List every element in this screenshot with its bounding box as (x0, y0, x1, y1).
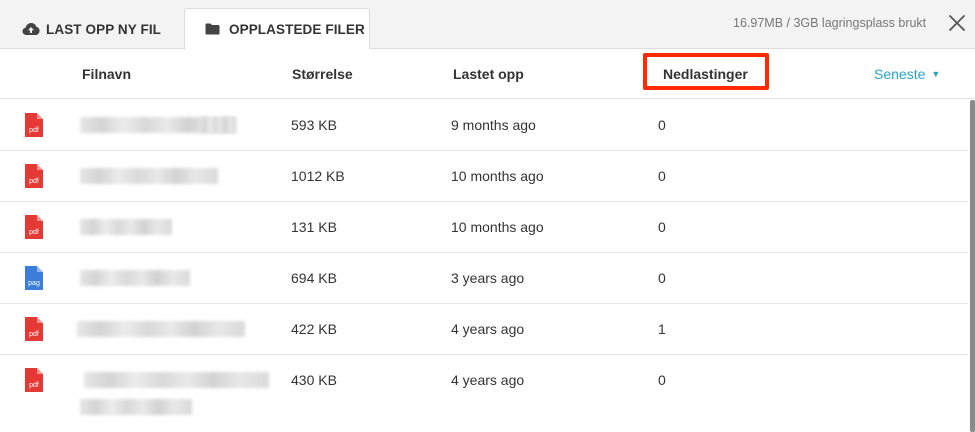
file-uploaded: 10 months ago (451, 168, 544, 184)
file-size: 1012 KB (291, 168, 345, 184)
folder-icon (205, 22, 223, 36)
redacted-text-blur (80, 399, 192, 415)
file-type-label: pdf (29, 331, 39, 338)
file-size: 430 KB (291, 372, 337, 388)
redacted-text-blur (84, 372, 269, 388)
file-type-label: pdf (29, 229, 39, 236)
redacted-text-blur (80, 270, 190, 286)
table-row[interactable]: pdf 430 KB 4 years ago 0 (0, 355, 968, 432)
file-type-label: pdf (29, 127, 39, 134)
file-type-label: pdf (29, 178, 39, 185)
file-downloads: 0 (658, 117, 666, 133)
table-row[interactable]: pag 694 KB 3 years ago 0 (0, 253, 968, 304)
file-uploaded: 9 months ago (451, 117, 536, 133)
file-icon: pdf (24, 112, 44, 138)
scrollbar[interactable] (970, 100, 975, 432)
file-icon: pdf (24, 316, 44, 342)
tab-uploaded-label: OPPLASTEDE FILER (229, 21, 365, 37)
file-downloads: 0 (658, 270, 666, 286)
file-icon: pag (24, 265, 44, 291)
redacted-text-blur (80, 219, 172, 235)
table-header: Filnavn Størrelse Lastet opp Nedlastinge… (0, 50, 975, 99)
cloud-upload-icon (22, 22, 40, 36)
file-uploaded: 10 months ago (451, 219, 544, 235)
file-downloads: 1 (658, 321, 666, 337)
file-size: 131 KB (291, 219, 337, 235)
column-header-downloads[interactable]: Nedlastinger (663, 66, 748, 82)
chevron-down-icon: ▼ (931, 69, 941, 79)
table-row[interactable]: pdf 131 KB 10 months ago 0 (0, 202, 968, 253)
table-row[interactable]: pdf 422 KB 4 years ago 1 (0, 304, 968, 355)
tab-upload-label: LAST OPP NY FIL (46, 21, 162, 37)
file-icon: pdf (24, 214, 44, 240)
table-row[interactable]: pdf 1012 KB 10 months ago 0 (0, 151, 968, 202)
redacted-text-blur (200, 117, 236, 133)
file-size: 694 KB (291, 270, 337, 286)
column-header-filename[interactable]: Filnavn (82, 66, 131, 82)
file-type-label: pdf (29, 382, 39, 389)
file-downloads: 0 (658, 168, 666, 184)
file-icon: pdf (24, 367, 44, 393)
file-uploaded: 3 years ago (451, 270, 525, 286)
file-downloads: 0 (658, 372, 666, 388)
file-size: 593 KB (291, 117, 337, 133)
close-icon[interactable] (948, 14, 966, 32)
column-header-size[interactable]: Størrelse (292, 66, 353, 82)
sort-dropdown[interactable]: Seneste ▼ (874, 66, 940, 82)
top-bar: LAST OPP NY FIL OPPLASTEDE FILER 16.97MB… (0, 0, 975, 50)
file-uploaded: 4 years ago (451, 321, 525, 337)
sort-label: Seneste (874, 66, 926, 82)
redacted-text-blur (80, 168, 218, 184)
column-header-uploaded[interactable]: Lastet opp (453, 66, 524, 82)
file-size: 422 KB (291, 321, 337, 337)
redacted-text-blur (77, 321, 245, 337)
tab-upload-new-file[interactable]: LAST OPP NY FIL (22, 8, 161, 50)
file-uploaded: 4 years ago (451, 372, 525, 388)
file-downloads: 0 (658, 219, 666, 235)
tab-uploaded-files[interactable]: OPPLASTEDE FILER (184, 8, 370, 50)
file-icon: pdf (24, 163, 44, 189)
storage-usage-text: 16.97MB / 3GB lagringsplass brukt (733, 16, 927, 30)
file-type-label: pag (28, 280, 40, 287)
table-row[interactable]: pdf 593 KB 9 months ago 0 (0, 100, 968, 151)
